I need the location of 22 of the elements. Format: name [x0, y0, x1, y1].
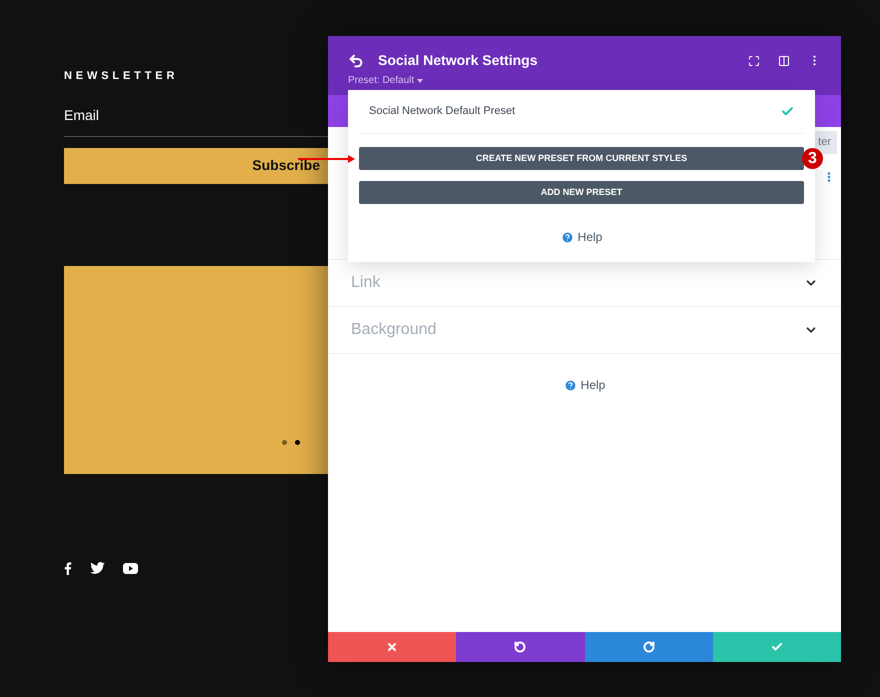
check-icon — [770, 641, 783, 653]
preset-action-button[interactable]: ADD NEW PRESET — [359, 181, 804, 204]
preset-item[interactable]: Social Network Default Preset — [359, 90, 804, 134]
check-icon — [781, 105, 794, 118]
help-link[interactable]: Help — [564, 376, 606, 394]
help-link[interactable]: Help — [560, 228, 602, 246]
play-icon[interactable] — [123, 562, 138, 574]
modal-title: Social Network Settings — [378, 51, 538, 70]
help-icon — [560, 230, 574, 244]
redo-icon — [642, 641, 655, 653]
help-icon — [564, 378, 577, 392]
facebook-icon[interactable] — [64, 562, 72, 574]
caret-icon — [417, 78, 424, 82]
preset-selector[interactable]: Preset: Default — [348, 73, 424, 88]
undo-icon — [514, 641, 526, 653]
back-icon[interactable] — [348, 52, 364, 68]
expand-icon[interactable] — [748, 54, 760, 66]
split-view-icon[interactable] — [778, 54, 790, 66]
bird-icon[interactable] — [90, 562, 105, 574]
preset-action-button[interactable]: CREATE NEW PRESET FROM CURRENT STYLES — [359, 147, 804, 170]
close-icon — [386, 641, 398, 653]
newsletter-title: NEWSLETTER — [64, 69, 178, 84]
